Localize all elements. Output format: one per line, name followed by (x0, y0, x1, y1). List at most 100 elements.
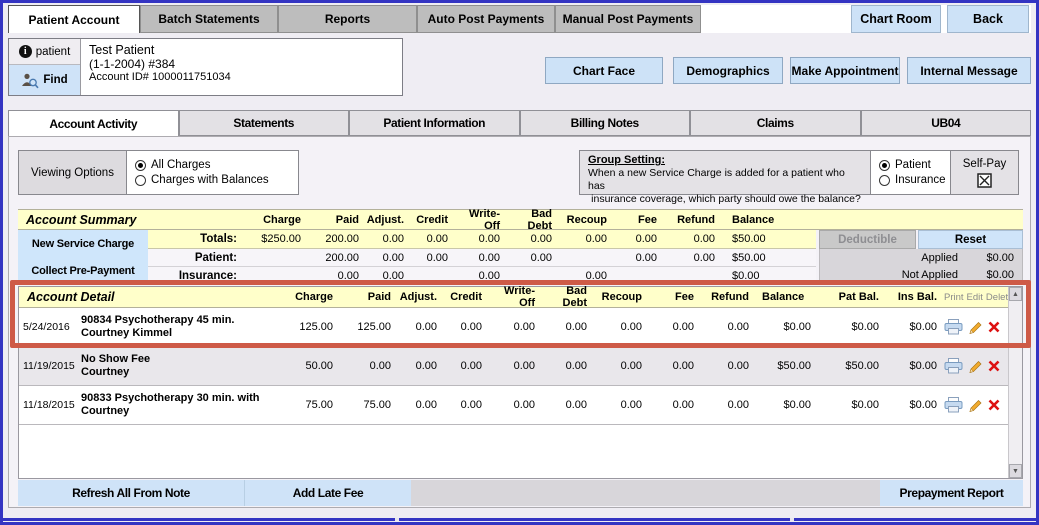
cell: 125.00 (282, 321, 340, 333)
bottom-button-bar: Refresh All From Note Add Late Fee Prepa… (18, 480, 1023, 506)
cell: 75.00 (282, 399, 340, 411)
self-pay-checkbox-checked-icon[interactable] (977, 173, 992, 188)
delete-x-icon[interactable] (988, 321, 1000, 333)
scroll-down-icon[interactable] (1009, 464, 1022, 478)
radio-button-icon (135, 160, 146, 171)
cell: 0.00 (444, 360, 489, 372)
summary-row-totals: Totals: $250.00 200.00 0.00 0.00 0.00 0.… (148, 230, 816, 249)
internal-message-button[interactable]: Internal Message (907, 57, 1031, 84)
print-icon[interactable] (944, 319, 963, 335)
reset-button[interactable]: Reset (918, 230, 1023, 249)
tab-statements[interactable]: Statements (179, 110, 350, 136)
col-credit: Credit (444, 291, 489, 303)
account-summary-header: Account Summary Charge Paid Adjust. Cred… (18, 209, 1023, 230)
cell: $0.00 (756, 399, 818, 411)
patient-info-box: patient Find Test Patient (1-1-2004) #38… (8, 38, 403, 96)
cell: 0.00 (542, 360, 594, 372)
row-label: Totals: (148, 233, 243, 245)
group-setting-title: Group Setting: (588, 154, 864, 167)
tab-claims[interactable]: Claims (690, 110, 861, 136)
back-button[interactable]: Back (947, 5, 1029, 33)
print-icon[interactable] (944, 397, 963, 413)
cell: $50.00 (722, 233, 807, 245)
make-appointment-button[interactable]: Make Appointment (790, 57, 900, 84)
chart-face-button[interactable]: Chart Face (545, 57, 663, 84)
delete-x-icon[interactable] (988, 360, 1000, 372)
cell: 200.00 (308, 233, 366, 245)
tab-manual-post-payments[interactable]: Manual Post Payments (555, 5, 701, 33)
detail-row-1: 5/24/2016 90834 Psychotherapy 45 min. Co… (19, 308, 1022, 347)
provider-name: Courtney (81, 405, 282, 418)
detail-row-3: 11/18/2015 90833 Psychotherapy 30 min. w… (19, 386, 1022, 425)
cell: $50.00 (756, 360, 818, 372)
self-pay-group: Self-Pay (951, 150, 1019, 195)
tab-patient-account[interactable]: Patient Account (8, 5, 140, 33)
find-patient-button[interactable]: Find (9, 65, 80, 95)
col-bad-debt: Bad Debt (542, 285, 594, 309)
person-search-icon (21, 72, 39, 89)
tab-reports[interactable]: Reports (278, 5, 417, 33)
deductible-values: Applied $0.00 Not Applied $0.00 (819, 249, 1023, 285)
tab-ub04[interactable]: UB04 (861, 110, 1032, 136)
prepayment-report-button[interactable]: Prepayment Report (880, 480, 1023, 506)
tab-account-activity[interactable]: Account Activity (8, 110, 179, 136)
delete-x-icon[interactable] (988, 399, 1000, 411)
col-paid: Paid (340, 291, 398, 303)
cell: 0.00 (649, 360, 701, 372)
patient-button-label: patient (36, 46, 71, 58)
patient-summary: Test Patient (1-1-2004) #384 Account ID#… (81, 39, 239, 95)
tab-billing-notes[interactable]: Billing Notes (520, 110, 691, 136)
col-ins-bal: Ins Bal. (886, 291, 944, 303)
tab-batch-statements[interactable]: Batch Statements (140, 5, 278, 33)
print-icon[interactable] (944, 358, 963, 374)
chart-room-button[interactable]: Chart Room (851, 5, 941, 33)
col-credit: Credit (411, 214, 455, 226)
radio-all-charges[interactable]: All Charges (135, 159, 298, 171)
add-late-fee-button[interactable]: Add Late Fee (245, 480, 411, 506)
edit-pencil-icon[interactable] (968, 398, 983, 413)
detail-scrollbar[interactable] (1008, 287, 1022, 478)
cell: 0.00 (594, 399, 649, 411)
group-setting-group: Group Setting: When a new Service Charge… (579, 150, 1019, 195)
not-applied-value: $0.00 (972, 269, 1022, 281)
service-description: 90833 Psychotherapy 30 min. with Courtne… (81, 392, 282, 418)
col-write-off: Write-Off (489, 285, 542, 309)
deductible-button[interactable]: Deductible (819, 230, 916, 249)
new-service-charge-button[interactable]: New Service Charge (32, 238, 134, 250)
cell: 0.00 (649, 399, 701, 411)
tab-auto-post-payments[interactable]: Auto Post Payments (417, 5, 555, 33)
cell: $0.00 (756, 321, 818, 333)
patient-info-button[interactable]: patient (9, 39, 80, 65)
cell: 0.00 (455, 270, 507, 282)
cell: 0.00 (366, 233, 411, 245)
cell: 0.00 (444, 321, 489, 333)
tab-patient-information[interactable]: Patient Information (349, 110, 520, 136)
refresh-all-from-note-button[interactable]: Refresh All From Note (18, 480, 245, 506)
col-adjust: Adjust. (398, 291, 444, 303)
col-balance: Balance (756, 291, 818, 303)
charges-with-balances-label: Charges with Balances (151, 174, 269, 186)
col-recoup: Recoup (559, 214, 614, 226)
col-write-off: Write-Off (455, 208, 507, 232)
radio-patient[interactable]: Patient (879, 159, 950, 171)
cell: $0.00 (886, 360, 944, 372)
edit-pencil-icon[interactable] (968, 320, 983, 335)
col-recoup: Recoup (594, 291, 649, 303)
demographics-button[interactable]: Demographics (673, 57, 783, 84)
cell: $0.00 (886, 399, 944, 411)
radio-insurance[interactable]: Insurance (879, 174, 950, 186)
group-setting-text: Group Setting: When a new Service Charge… (579, 150, 871, 195)
cell: $0.00 (818, 399, 886, 411)
radio-button-icon (879, 160, 890, 171)
collect-pre-payment-button[interactable]: Collect Pre-Payment (31, 265, 134, 277)
cell: 0.00 (614, 252, 664, 264)
service-code: 90833 Psychotherapy 30 min. with (81, 392, 282, 405)
cell: 0.00 (398, 321, 444, 333)
cell: 0.00 (559, 233, 614, 245)
viewing-options-group: Viewing Options All Charges Charges with… (18, 150, 299, 195)
edit-pencil-icon[interactable] (968, 359, 983, 374)
radio-charges-with-balances[interactable]: Charges with Balances (135, 174, 298, 186)
applied-value: $0.00 (972, 252, 1022, 264)
scroll-up-icon[interactable] (1009, 287, 1022, 301)
cell: 0.00 (701, 399, 756, 411)
